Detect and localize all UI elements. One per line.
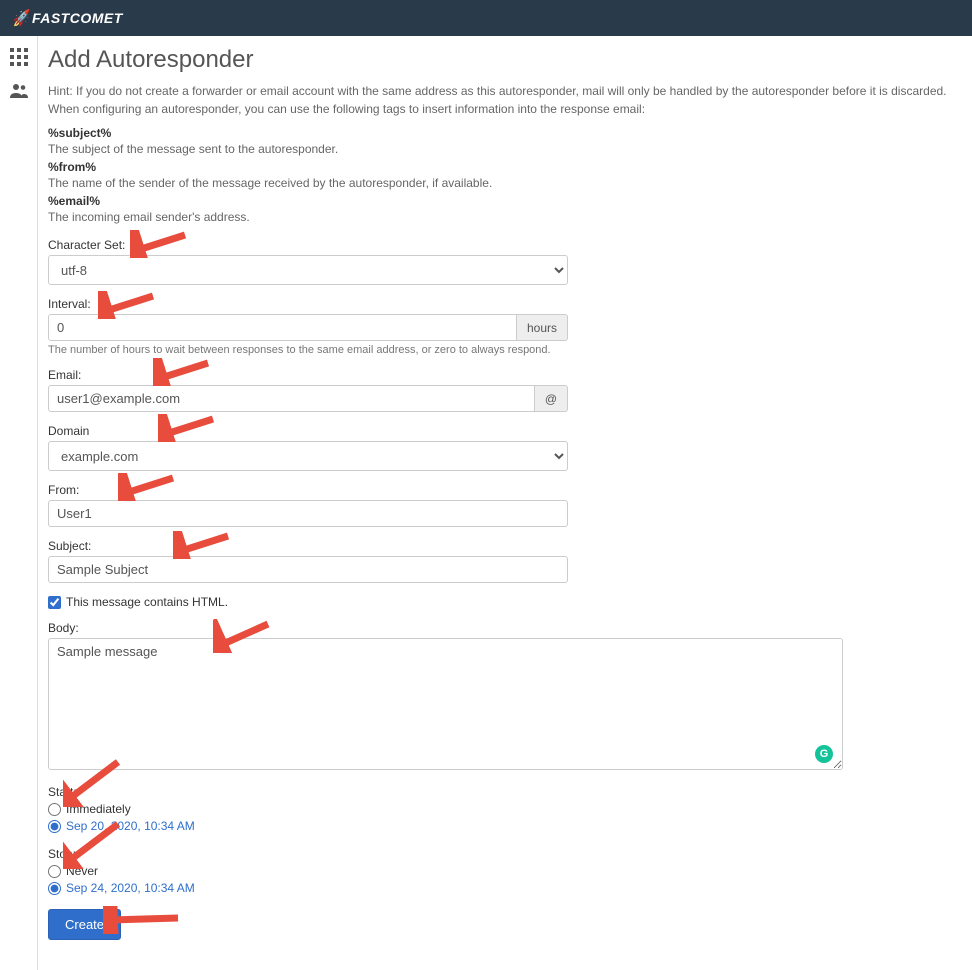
subject-label: Subject: <box>48 539 568 553</box>
subject-group: Subject: <box>48 539 568 583</box>
tag-from-desc: The name of the sender of the message re… <box>48 176 954 190</box>
start-immediately-radio[interactable] <box>48 803 61 816</box>
tag-subject: %subject% <box>48 126 111 140</box>
stop-custom-link[interactable]: Sep 24, 2020, 10:34 AM <box>66 881 195 895</box>
charset-label: Character Set: <box>48 238 568 252</box>
body-group: Body: G <box>48 621 843 773</box>
tag-subject-desc: The subject of the message sent to the a… <box>48 142 954 156</box>
interval-help: The number of hours to wait between resp… <box>48 344 568 356</box>
interval-label: Interval: <box>48 297 568 311</box>
tag-email: %email% <box>48 194 100 208</box>
main-content: Add Autoresponder Hint: If you do not cr… <box>38 36 972 970</box>
sidebar <box>0 36 38 970</box>
stop-never-radio[interactable] <box>48 865 61 878</box>
html-checkbox[interactable] <box>48 596 61 609</box>
tags-intro: When configuring an autoresponder, you c… <box>48 102 954 116</box>
start-group: Start: Immediately Sep 20, 2020, 10:34 A… <box>48 785 954 833</box>
interval-input[interactable] <box>48 314 517 341</box>
domain-select[interactable]: example.com <box>48 441 568 471</box>
users-icon[interactable] <box>8 80 30 102</box>
tag-section: %subject% The subject of the message sen… <box>48 126 954 224</box>
tag-from: %from% <box>48 160 96 174</box>
start-immediately-label: Immediately <box>66 802 131 816</box>
stop-group: Stop: Never Sep 24, 2020, 10:34 AM <box>48 847 954 895</box>
interval-group: Interval: hours The number of hours to w… <box>48 297 568 356</box>
from-label: From: <box>48 483 568 497</box>
domain-label: Domain <box>48 424 568 438</box>
html-checkbox-label: This message contains HTML. <box>66 595 228 609</box>
tag-email-desc: The incoming email sender's address. <box>48 210 954 224</box>
body-label: Body: <box>48 621 843 635</box>
start-label: Start: <box>48 785 954 799</box>
stop-custom-radio[interactable] <box>48 882 61 895</box>
domain-group: Domain example.com <box>48 424 568 471</box>
page-title: Add Autoresponder <box>48 46 954 74</box>
start-custom-radio[interactable] <box>48 820 61 833</box>
subject-input[interactable] <box>48 556 568 583</box>
charset-group: Character Set: utf-8 <box>48 238 568 285</box>
grammarly-icon: G <box>815 745 833 763</box>
hint-text: Hint: If you do not create a forwarder o… <box>48 82 954 100</box>
email-group: Email: @ <box>48 368 568 412</box>
body-textarea[interactable] <box>48 638 843 770</box>
from-input[interactable] <box>48 500 568 527</box>
apps-grid-icon[interactable] <box>8 46 30 68</box>
charset-select[interactable]: utf-8 <box>48 255 568 285</box>
email-addon: @ <box>535 385 568 412</box>
email-label: Email: <box>48 368 568 382</box>
stop-never-label: Never <box>66 864 98 878</box>
interval-addon: hours <box>517 314 568 341</box>
start-custom-link[interactable]: Sep 20, 2020, 10:34 AM <box>66 819 195 833</box>
brand-logo: 🚀FASTCOMET <box>12 10 123 27</box>
email-input[interactable] <box>48 385 535 412</box>
stop-label: Stop: <box>48 847 954 861</box>
html-checkbox-row: This message contains HTML. <box>48 595 954 609</box>
top-bar: 🚀FASTCOMET <box>0 0 972 36</box>
from-group: From: <box>48 483 568 527</box>
